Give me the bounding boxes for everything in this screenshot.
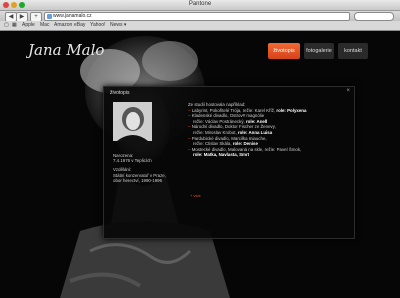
address-bar[interactable]: www.janamalo.cz [44, 12, 350, 21]
bookmark-ebay[interactable]: eBay [74, 22, 85, 28]
nav-zivotopis[interactable]: životopis [268, 43, 300, 59]
portrait-thumbnail [113, 102, 152, 141]
window-title: Pantone [188, 1, 212, 7]
bookmark-amazon[interactable]: Amazon [54, 22, 72, 28]
bullet-icon: – [188, 107, 191, 113]
nav-fotogalerie[interactable]: fotogalerie [304, 43, 334, 59]
panel-title: životopis [110, 90, 130, 96]
bullet-icon: – [188, 124, 191, 130]
bullet-icon: – [188, 135, 191, 141]
more-link[interactable]: + více [190, 193, 201, 198]
bookmarks-bar: ▢ ▦ Apple Mac Amazon eBay Yahoo! News ▾ [0, 21, 400, 31]
bookmark-news[interactable]: News ▾ [110, 22, 126, 28]
close-icon[interactable]: × [346, 88, 350, 94]
education-line-2: obor herectví, 1990-1996 [113, 177, 163, 183]
site-logo[interactable]: Jana Malo [26, 39, 108, 61]
nav-kontakt[interactable]: kontakt [338, 43, 368, 59]
biography-panel: životopis × Narozena: 7.4.1976 v Teplicí… [103, 86, 355, 239]
bookmark-apple[interactable]: Apple [22, 22, 35, 28]
roles-list: Ze studií hostovala například: – Labyrin… [188, 102, 350, 158]
search-field[interactable] [354, 12, 394, 21]
window-titlebar: Pantone [0, 0, 400, 11]
logo-text: Jana Malo [26, 41, 104, 59]
web-page: Jana Malo životopis fotogalerie kontakt … [0, 31, 400, 298]
bookmark-mac[interactable]: Mac [40, 22, 49, 28]
address-text: www.janamalo.cz [53, 13, 92, 19]
bio-details: Narozena: 7.4.1976 v Teplicích Vzdělání:… [113, 153, 183, 183]
browser-toolbar: ◀ ▶ + www.janamalo.cz [0, 11, 400, 22]
site-favicon-icon [47, 14, 52, 19]
bullet-icon: – [188, 146, 191, 152]
role-item-detail: role: Matka, Navlasta, Smrt [193, 152, 250, 158]
bookmarks-grid-icon[interactable]: ▦ [12, 22, 17, 28]
bullet-icon: – [188, 113, 191, 119]
bookmarks-icon[interactable]: ▢ [4, 22, 9, 28]
bookmark-yahoo[interactable]: Yahoo! [90, 22, 105, 28]
